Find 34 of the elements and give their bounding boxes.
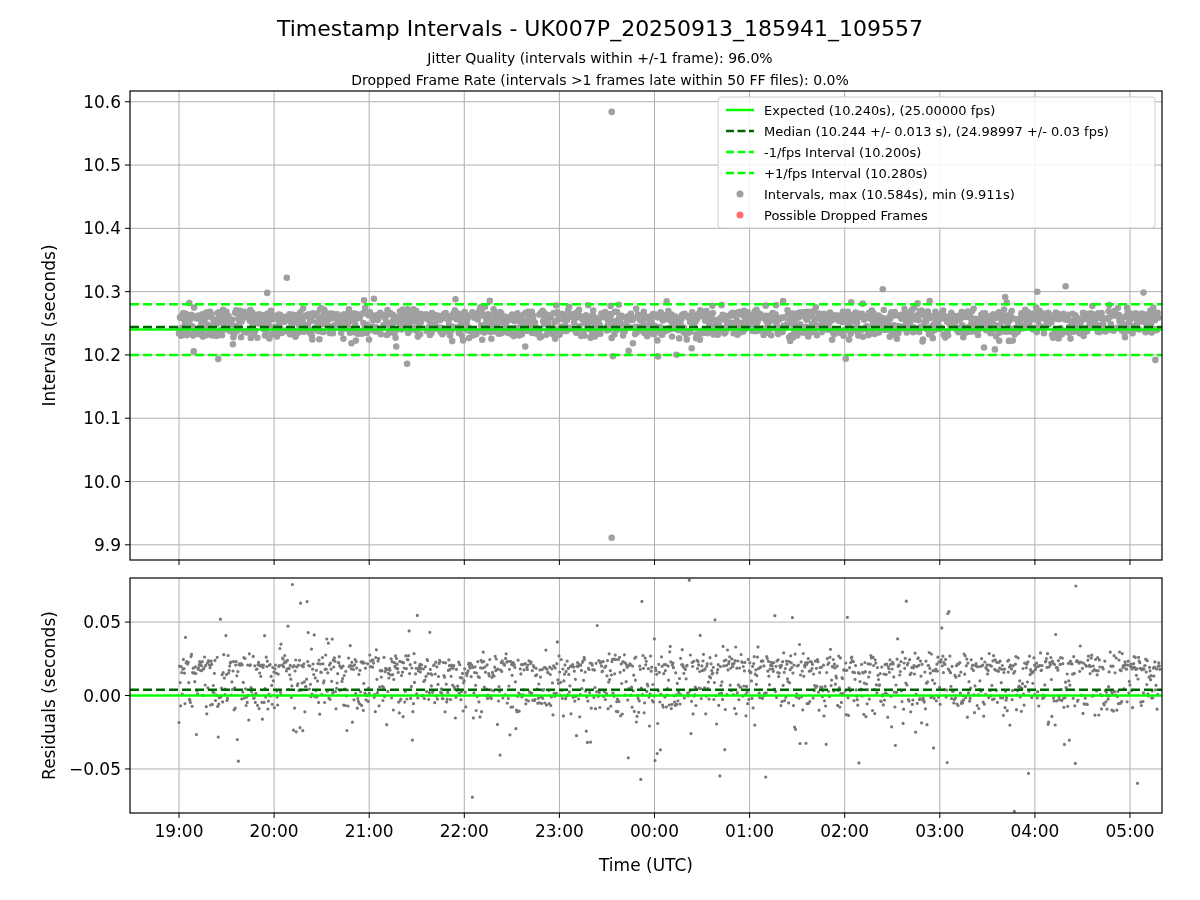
tick-label: 03:00 bbox=[915, 821, 965, 841]
chart-title: Timestamp Intervals - UK007P_20250913_185941_109557 bbox=[276, 16, 924, 41]
axis-label: Time (UTC) bbox=[599, 855, 693, 875]
tick-label: 10.3 bbox=[83, 281, 121, 302]
tick-label: 10.1 bbox=[83, 408, 121, 429]
tick-label: 19:00 bbox=[154, 821, 204, 841]
tick-label: 02:00 bbox=[820, 821, 870, 841]
tick-label: 20:00 bbox=[249, 821, 299, 841]
tick-label: 9.9 bbox=[93, 534, 121, 555]
tick-label: 10.5 bbox=[83, 155, 121, 176]
tick-label: 04:00 bbox=[1010, 821, 1060, 841]
tick-label: −0.05 bbox=[68, 758, 121, 779]
legend-label: Possible Dropped Frames bbox=[764, 207, 928, 223]
legend-label: Intervals, max (10.584s), min (9.911s) bbox=[764, 186, 1015, 202]
axis-label: Residuals (seconds) bbox=[39, 611, 59, 780]
tick-label: 00:00 bbox=[630, 821, 679, 841]
legend-label: -1/fps Interval (10.200s) bbox=[764, 144, 922, 160]
chart-subtitle: Jitter Quality (intervals within +/-1 frame): 96.0% bbox=[427, 50, 773, 66]
axis-label: Intervals (seconds) bbox=[39, 244, 59, 407]
tick-label: 10.2 bbox=[83, 344, 121, 365]
tick-label: 10.6 bbox=[83, 91, 121, 112]
tick-label: 10.0 bbox=[83, 471, 121, 492]
tick-label: 01:00 bbox=[725, 821, 775, 841]
chart-subtitle: Dropped Frame Rate (intervals >1 frames late within 50 FF files): 0.0% bbox=[351, 72, 849, 88]
legend-label: +1/fps Interval (10.280s) bbox=[764, 165, 928, 181]
tick-label: 21:00 bbox=[344, 821, 394, 841]
tick-label: 0.05 bbox=[83, 612, 121, 633]
tick-label: 0.00 bbox=[83, 685, 121, 706]
legend-label: Expected (10.240s), (25.00000 fps) bbox=[764, 102, 996, 118]
tick-label: 10.4 bbox=[83, 218, 121, 239]
tick-label: 22:00 bbox=[439, 821, 489, 841]
tick-label: 05:00 bbox=[1105, 821, 1155, 841]
tick-label: 23:00 bbox=[534, 821, 584, 841]
legend-label: Median (10.244 +/- 0.013 s), (24.98997 +/- 0.03 fps) bbox=[764, 123, 1109, 139]
